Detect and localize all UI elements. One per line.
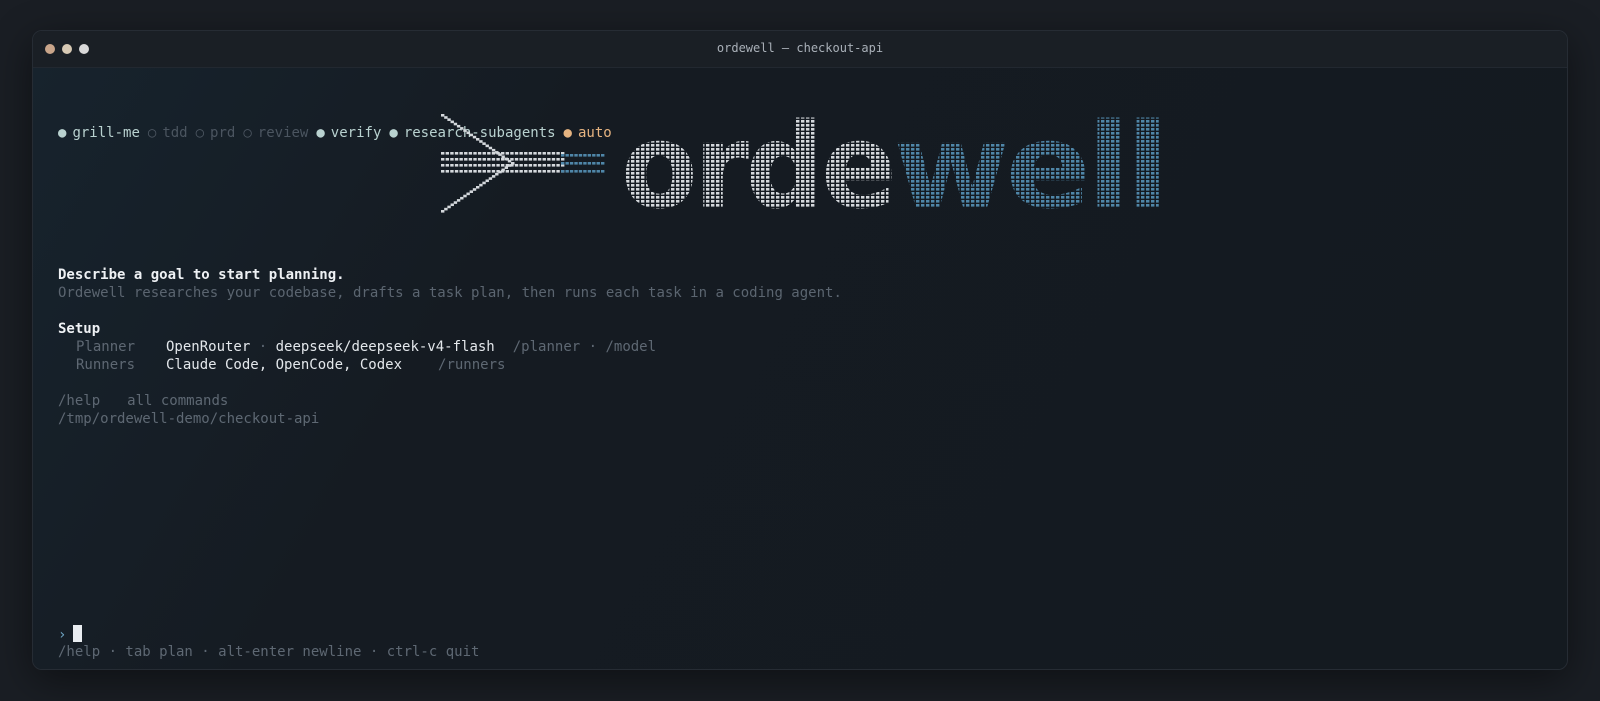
skill-toggle-label: grill-me — [72, 125, 140, 141]
circle-outline-icon: ○ — [243, 125, 252, 141]
terminal-window: ordewell — checkout-api ● grill-me ○ tdd ○ pr… — [32, 30, 1568, 670]
circle-filled-icon: ● — [58, 125, 67, 141]
title-bar: ordewell — checkout-api — [33, 31, 1567, 68]
skill-toggle-label: prd — [210, 125, 236, 141]
planner-commands: /planner · /model — [512, 339, 657, 355]
runners-label: Runners — [76, 357, 136, 373]
skill-toggle-label: review — [257, 125, 309, 141]
planner-separator: · — [250, 339, 276, 355]
prompt-arrow-icon: › — [58, 627, 67, 643]
help-command: /help — [58, 393, 101, 409]
window-title: ordewell — checkout-api — [716, 41, 884, 55]
terminal-body: ● grill-me ○ tdd ○ prd ○ review ● verify ● research… — [33, 68, 1567, 669]
skill-toggle-label: verify — [330, 125, 382, 141]
planner-provider: OpenRouter — [166, 339, 251, 355]
keybinding-hints: /help · tab plan · alt-enter newline · c… — [58, 644, 480, 660]
logo-word-orde: orde — [621, 112, 893, 217]
skill-toggle-label: tdd — [162, 125, 188, 141]
working-directory: /tmp/ordewell-demo/checkout-api — [58, 411, 320, 427]
skill-toggle-verify[interactable]: ● verify — [316, 125, 381, 141]
runners-commands: /runners — [438, 357, 506, 373]
intro-subtitle: Ordewell researches your codebase, draft… — [58, 285, 842, 301]
circle-outline-icon: ○ — [195, 125, 205, 141]
planner-label: Planner — [76, 339, 136, 355]
circle-filled-icon: ● — [316, 125, 325, 141]
help-description: all commands — [127, 393, 229, 409]
circle-filled-icon: ● — [389, 125, 398, 141]
ordewell-logo-art: orde well — [441, 97, 1169, 235]
circle-outline-icon: ○ — [147, 125, 157, 141]
logo-arrow-icon — [441, 114, 605, 213]
logo-word-well: well — [893, 112, 1165, 217]
skill-toggle-review[interactable]: ○ review — [243, 125, 308, 141]
prompt-line[interactable]: › — [58, 625, 83, 644]
ordewell-logo: orde well — [441, 97, 1201, 235]
skill-toggle-grill-me[interactable]: ● grill-me — [58, 125, 140, 141]
intro-heading: Describe a goal to start planning. — [58, 267, 345, 283]
setup-planner-row: Planner OpenRouter · deepseek/deepseek-v4… — [58, 338, 656, 356]
setup-heading: Setup — [58, 321, 101, 337]
skill-toggle-tdd[interactable]: ○ tdd — [148, 125, 188, 141]
skill-toggle-prd[interactable]: ○ prd — [196, 125, 236, 141]
text-cursor[interactable] — [73, 625, 83, 642]
setup-runners-row: Runners Claude Code, OpenCode, Codex/runn… — [58, 356, 505, 374]
help-row: /help all commands — [58, 392, 228, 410]
runners-value: Claude Code, OpenCode, Codex — [166, 357, 403, 373]
planner-model: deepseek/deepseek-v4-flash — [275, 339, 495, 355]
